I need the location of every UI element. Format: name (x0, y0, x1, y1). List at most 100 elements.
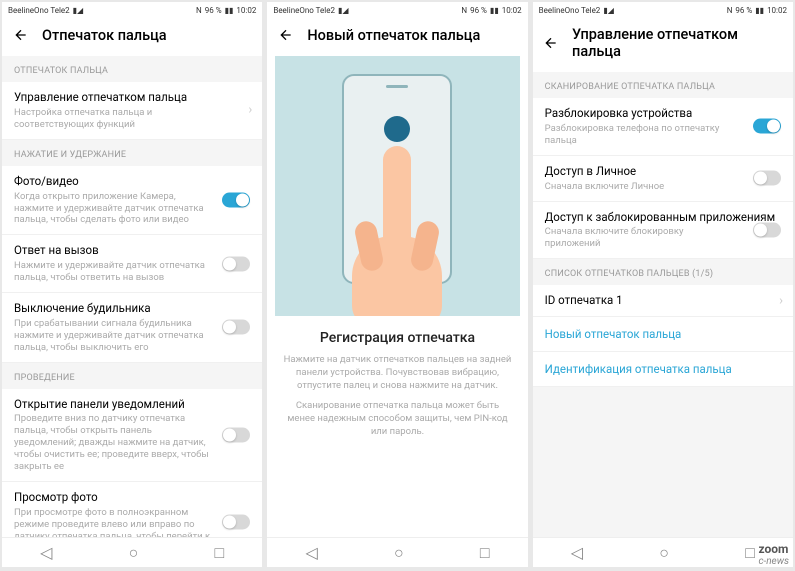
clock-label: 10:02 (767, 6, 787, 15)
nfc-icon: N (461, 6, 467, 15)
screen-manage-fingerprint: BeelineOno Tele2▮◢ N96 %▮▮10:02 Управлен… (533, 2, 793, 567)
row-subtitle: Сначала включите Личное (545, 181, 781, 193)
row-title: ID отпечатка 1 (545, 293, 781, 308)
row-title: Разблокировка устройства (545, 106, 781, 121)
content: ОТПЕЧАТОК ПАЛЬЦА Управление отпечатком п… (2, 56, 262, 537)
link-identify-fingerprint[interactable]: Идентификация отпечатка пальца (533, 352, 793, 387)
row-title: Доступ в Личное (545, 164, 781, 179)
row-app-lock[interactable]: Доступ к заблокированным приложениям Сна… (533, 202, 793, 260)
fingerprint-illustration (275, 56, 519, 316)
link-new-fingerprint[interactable]: Новый отпечаток пальца (533, 317, 793, 352)
registration-title: Регистрация отпечатка (267, 316, 527, 354)
row-alarm-off[interactable]: Выключение будильника При срабатывании с… (2, 293, 262, 363)
signal-icon: ▮◢ (603, 6, 614, 15)
toggle-answer-call[interactable] (222, 256, 250, 271)
status-bar: BeelineOno Tele2▮◢ N96 %▮▮10:02 (2, 2, 262, 18)
nav-recent-icon[interactable]: □ (745, 543, 755, 563)
toggle-unlock-device[interactable] (753, 119, 781, 134)
clock-label: 10:02 (502, 6, 522, 15)
row-answer-call[interactable]: Ответ на вызов Нажмите и удерживайте дат… (2, 235, 262, 293)
header: Управление отпечатком пальца (533, 18, 793, 72)
toggle-browse-photos[interactable] (222, 515, 250, 530)
back-button[interactable] (277, 26, 295, 44)
carrier-label: BeelineOno Tele2 (539, 6, 601, 15)
clock-label: 10:02 (236, 6, 256, 15)
row-subtitle: Проведите вниз по датчику отпечатка паль… (14, 413, 250, 472)
content: Регистрация отпечатка Нажмите на датчик … (267, 56, 527, 537)
battery-label: 96 % (470, 6, 487, 15)
screen-fingerprint-settings: BeelineOno Tele2▮◢ N96 %▮▮10:02 Отпечато… (2, 2, 262, 567)
status-bar: BeelineOno Tele2▮◢ N96 %▮▮10:02 (267, 2, 527, 18)
row-title: Открытие панели уведомлений (14, 397, 250, 412)
header: Отпечаток пальца (2, 18, 262, 56)
battery-icon: ▮▮ (225, 6, 234, 15)
battery-icon: ▮▮ (755, 6, 764, 15)
screen-new-fingerprint: BeelineOno Tele2▮◢ N96 %▮▮10:02 Новый от… (267, 2, 527, 567)
nfc-icon: N (727, 6, 733, 15)
back-button[interactable] (12, 26, 30, 44)
nfc-icon: N (196, 6, 202, 15)
row-subtitle: Нажмите и удерживайте датчик отпечатка п… (14, 260, 250, 284)
section-fingerprint: ОТПЕЧАТОК ПАЛЬЦА (2, 56, 262, 82)
chevron-right-icon: › (779, 293, 783, 308)
back-button[interactable] (543, 34, 560, 52)
nav-back-icon[interactable]: ◁ (571, 543, 583, 562)
battery-label: 96 % (735, 6, 752, 15)
section-fingerprint-list: СПИСОК ОТПЕЧАТКОВ ПАЛЬЦЕВ (1/5) (533, 259, 793, 285)
nav-back-icon[interactable]: ◁ (40, 543, 52, 562)
section-press-hold: НАЖАТИЕ И УДЕРЖАНИЕ (2, 140, 262, 166)
carrier-label: BeelineOno Tele2 (8, 6, 70, 15)
watermark: zoomc-news (758, 542, 789, 567)
registration-warning: Сканирование отпечатка пальца может быть… (267, 400, 527, 446)
row-subtitle: При просмотре фото в полноэкранном режим… (14, 507, 250, 537)
section-swipe: ПРОВЕДЕНИЕ (2, 363, 262, 389)
page-title: Отпечаток пальца (42, 27, 167, 44)
page-title: Новый отпечаток пальца (307, 27, 480, 44)
nav-recent-icon[interactable]: □ (215, 543, 225, 563)
hand-icon (352, 146, 442, 316)
nav-recent-icon[interactable]: □ (480, 543, 490, 563)
nav-bar: ◁ ○ □ (2, 537, 262, 567)
row-fingerprint-1[interactable]: ID отпечатка 1 › (533, 285, 793, 317)
carrier-label: BeelineOno Tele2 (273, 6, 335, 15)
toggle-access-safe[interactable] (753, 171, 781, 186)
nav-back-icon[interactable]: ◁ (305, 543, 317, 562)
row-subtitle: Когда открыто приложение Камера, нажмите… (14, 191, 250, 227)
row-browse-photos[interactable]: Просмотр фото При просмотре фото в полно… (2, 482, 262, 537)
row-unlock-device[interactable]: Разблокировка устройства Разблокировка т… (533, 98, 793, 156)
nav-home-icon[interactable]: ○ (394, 543, 404, 563)
battery-icon: ▮▮ (490, 6, 499, 15)
row-notification-panel[interactable]: Открытие панели уведомлений Проведите вн… (2, 389, 262, 482)
toggle-notification-panel[interactable] (222, 427, 250, 442)
nav-bar: ◁ ○ □ (267, 537, 527, 567)
page-title: Управление отпечатком пальца (572, 26, 783, 60)
battery-label: 96 % (205, 6, 222, 15)
row-title: Ответ на вызов (14, 243, 250, 258)
toggle-photo-video[interactable] (222, 192, 250, 207)
signal-icon: ▮◢ (73, 6, 84, 15)
row-manage-fingerprint[interactable]: Управление отпечатком пальца Настройка о… (2, 82, 262, 140)
nav-bar: ◁ ○ □ (533, 537, 793, 567)
nav-home-icon[interactable]: ○ (659, 543, 669, 563)
row-subtitle: Настройка отпечатка пальца и соответству… (14, 107, 250, 131)
row-title: Фото/видео (14, 174, 250, 189)
nav-home-icon[interactable]: ○ (129, 543, 139, 563)
content: СКАНИРОВАНИЕ ОТПЕЧАТКА ПАЛЬЦА Разблокиро… (533, 72, 793, 537)
row-subtitle: Сначала включите блокировку приложений (545, 226, 781, 250)
section-scan: СКАНИРОВАНИЕ ОТПЕЧАТКА ПАЛЬЦА (533, 72, 793, 98)
row-subtitle: При срабатывании сигнала будильника нажм… (14, 318, 250, 354)
status-bar: BeelineOno Tele2▮◢ N96 %▮▮10:02 (533, 2, 793, 18)
toggle-app-lock[interactable] (753, 222, 781, 237)
toggle-alarm-off[interactable] (222, 320, 250, 335)
row-access-safe[interactable]: Доступ в Личное Сначала включите Личное (533, 156, 793, 202)
row-title: Управление отпечатком пальца (14, 90, 250, 105)
fingerprint-sensor-icon (384, 116, 410, 142)
header: Новый отпечаток пальца (267, 18, 527, 56)
row-subtitle: Разблокировка телефона по отпечатку паль… (545, 123, 781, 147)
row-title: Просмотр фото (14, 490, 250, 505)
row-title: Доступ к заблокированным приложениям (545, 210, 781, 225)
row-title: Выключение будильника (14, 301, 250, 316)
signal-icon: ▮◢ (338, 6, 349, 15)
chevron-right-icon: › (248, 103, 252, 118)
row-photo-video[interactable]: Фото/видео Когда открыто приложение Каме… (2, 166, 262, 236)
